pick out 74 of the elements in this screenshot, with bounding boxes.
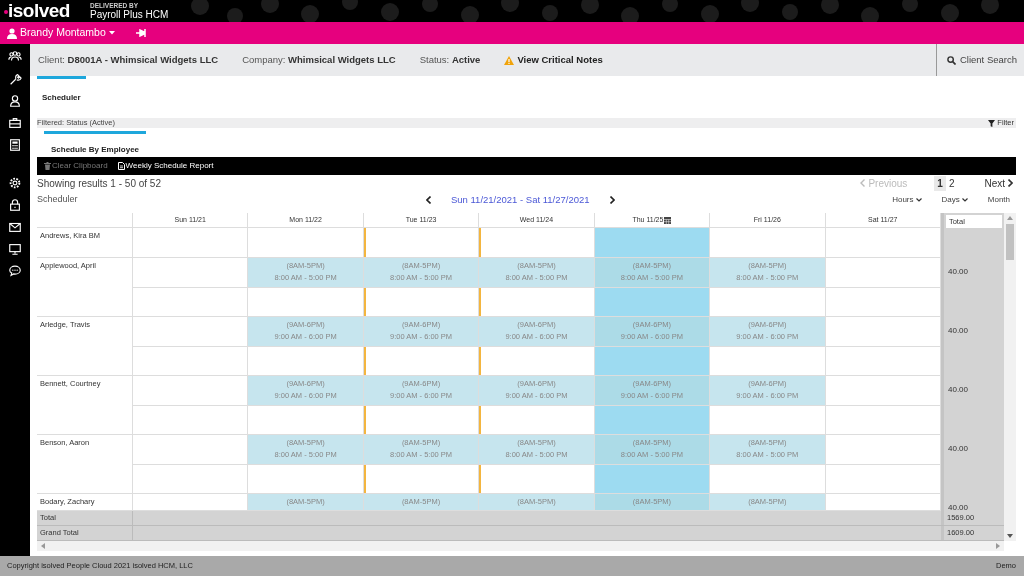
view-button[interactable]: Hours — [890, 194, 924, 206]
schedule-cell[interactable] — [594, 405, 711, 435]
chevron-right-icon — [609, 196, 615, 204]
monitor-icon — [8, 242, 22, 256]
logo: isolved — [8, 1, 70, 21]
results-count: Showing results 1 - 50 of 52 — [37, 176, 161, 191]
scroll-left-icon[interactable] — [41, 543, 45, 549]
chevron-right-icon — [1008, 179, 1013, 187]
scroll-down-icon[interactable] — [1007, 534, 1013, 538]
hours-total: 40.00 — [941, 494, 1004, 511]
chevron-left-icon — [426, 196, 431, 204]
schedule-cell[interactable] — [594, 464, 711, 494]
schedule-cell[interactable] — [825, 464, 941, 494]
date-range: Sun 11/21/2021 - Sat 11/27/2021 — [451, 192, 590, 207]
horizontal-scrollbar[interactable] — [37, 541, 1004, 551]
trash-icon — [44, 162, 51, 170]
schedule-cell[interactable] — [594, 228, 711, 258]
funnel-icon — [988, 119, 996, 127]
schedule-cell[interactable] — [594, 287, 711, 317]
schedule-cell[interactable] — [133, 228, 249, 258]
schedule-cell[interactable] — [825, 228, 941, 258]
schedule-cell[interactable] — [825, 346, 941, 376]
briefcase-icon — [8, 116, 22, 130]
scroll-thumb[interactable] — [1006, 224, 1014, 260]
toolbar-button[interactable]: Weekly Schedule Report — [116, 160, 215, 172]
logo-dot-icon — [4, 10, 8, 14]
schedule-cell[interactable] — [825, 287, 941, 317]
client-search-button[interactable]: Client Search — [935, 44, 1024, 76]
hours-total: 40.00 — [941, 435, 1004, 494]
user-icon — [7, 27, 17, 39]
view-button[interactable]: Days — [939, 194, 970, 206]
schedule-cell[interactable] — [825, 405, 941, 435]
scroll-up-icon[interactable] — [1007, 216, 1013, 220]
schedule-cell[interactable] — [825, 317, 941, 347]
status-info: Status: Active — [419, 52, 481, 67]
caret-icon — [108, 31, 115, 35]
page-button[interactable]: 1 — [934, 175, 946, 191]
envelope-icon — [8, 220, 22, 234]
people-icon — [8, 50, 22, 64]
schedule-cell[interactable] — [825, 258, 941, 288]
document-icon — [117, 162, 125, 170]
partner-name: Payroll Plus HCM — [90, 9, 169, 20]
page-button[interactable]: 2 — [945, 175, 958, 191]
view-button[interactable]: Month — [985, 194, 1012, 206]
client-info: Client: D8001A - Whimsical Widgets LLC — [38, 52, 219, 67]
pin-icon — [135, 29, 146, 37]
schedule-cell[interactable] — [825, 376, 941, 406]
wrench-icon — [8, 72, 22, 86]
hours-total: 40.00 — [941, 317, 1004, 376]
schedule-cell[interactable] — [133, 346, 249, 376]
hours-total: 40.00 — [941, 258, 1004, 317]
user-menu[interactable]: Brandy Montambo — [4, 25, 118, 41]
lock-icon — [8, 198, 22, 212]
gear-icon — [8, 176, 22, 190]
vertical-scrollbar[interactable] — [1004, 213, 1016, 541]
tab[interactable]: Scheduler — [37, 76, 86, 108]
schedule-cell[interactable] — [133, 287, 249, 317]
critical-notes-link[interactable]: View Critical Notes — [504, 52, 603, 68]
company-info: Company: Whimsical Widgets LLC — [242, 52, 396, 67]
schedule-cell[interactable] — [133, 464, 249, 494]
chevron-left-icon — [860, 179, 866, 187]
warning-icon — [504, 55, 515, 65]
person-icon — [8, 94, 22, 108]
chat-icon — [8, 264, 22, 278]
next-button[interactable]: Next — [981, 175, 1016, 191]
calculator-icon — [8, 138, 22, 152]
hours-total: 40.00 — [941, 376, 1004, 435]
scheduler-title: Scheduler — [37, 193, 79, 207]
calendar-icon — [664, 216, 672, 224]
schedule-cell[interactable] — [594, 346, 711, 376]
schedule-cell[interactable] — [825, 435, 941, 465]
search-icon — [946, 55, 956, 65]
scroll-right-icon[interactable] — [996, 543, 1000, 549]
schedule-cell[interactable] — [133, 405, 249, 435]
